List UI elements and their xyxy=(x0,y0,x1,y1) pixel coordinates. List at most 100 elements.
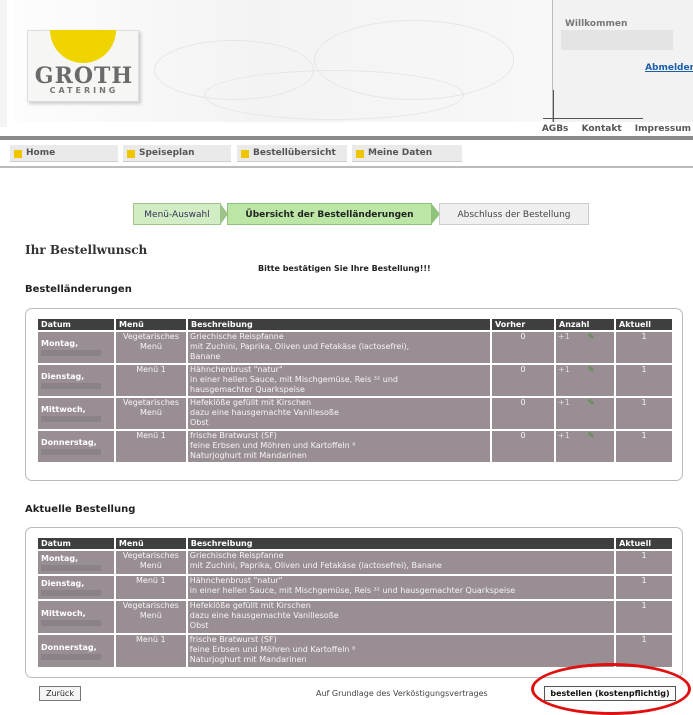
before-cell: 0 xyxy=(492,398,554,429)
before-cell: 0 xyxy=(492,365,554,396)
nav-label: Bestellübersicht xyxy=(253,148,336,158)
current-panel: Datum Menü Beschreibung Aktuell Montag, … xyxy=(25,527,683,678)
menu-cell: Vegetarisches Menü xyxy=(115,551,186,574)
page-title: Ihr Bestellwunsch xyxy=(25,243,148,257)
nav-bestelluebersicht[interactable]: Bestellübersicht xyxy=(237,145,347,162)
current-cell: 1 xyxy=(616,576,672,599)
desc-line: Banane xyxy=(190,352,221,361)
changes-heading: Bestelländerungen xyxy=(25,284,132,295)
quantity-value: +1 xyxy=(558,431,570,440)
nav-underline xyxy=(0,166,693,168)
day-label: Mittwoch, xyxy=(41,608,86,618)
date-cell: Mittwoch, xyxy=(38,601,114,633)
table-header-row: Datum Menü Beschreibung Aktuell xyxy=(38,538,672,549)
current-cell: 1 xyxy=(616,332,672,363)
description-cell: Griechische Reispfanne mit Zuchini, Papri… xyxy=(187,551,615,574)
current-table: Datum Menü Beschreibung Aktuell Montag, … xyxy=(36,536,674,669)
back-button[interactable]: Zurück xyxy=(39,686,81,701)
before-cell: 0 xyxy=(492,332,554,363)
welcome-label: Willkommen xyxy=(565,19,628,29)
desc-line: in einer hellen Sauce, mit Mischgemüse, … xyxy=(190,375,398,384)
desc-line: feine Erbsen und Möhren und Kartoffeln ⁸ xyxy=(189,645,356,654)
column-header: Datum xyxy=(38,319,114,330)
quantity-value: +1 xyxy=(558,398,570,407)
date-cell: Montag, xyxy=(38,551,114,574)
day-label: Dienstag, xyxy=(41,579,85,588)
quantity-cell: +1 ✎ xyxy=(556,332,614,363)
description-cell: Griechische Reispfanne mit Zuchini, Papri… xyxy=(188,332,490,363)
table-row: Montag, Vegetarisches Menü Griechische R… xyxy=(38,332,672,363)
quantity-value: +1 xyxy=(558,332,570,341)
desc-line: Obst xyxy=(190,418,209,427)
day-label: Montag, xyxy=(41,339,79,348)
day-label: Dienstag, xyxy=(41,372,85,381)
impressum-link[interactable]: Impressum xyxy=(635,124,691,134)
step-abschluss: Abschluss der Bestellung xyxy=(439,203,589,225)
description-cell: Hähnchenbrust "natur" in einer hellen Sau… xyxy=(187,576,615,599)
desc-line: mit Zuchini, Paprika, Oliven und Fetakäs… xyxy=(190,342,410,351)
day-label: Donnerstag, xyxy=(41,642,97,652)
table-row: Mittwoch, Vegetarisches Menü Hefeklöße g… xyxy=(38,601,672,633)
day-label: Montag, xyxy=(41,554,79,563)
column-header: Aktuell xyxy=(616,538,672,549)
contract-basis-text: Auf Grundlage des Verköstigungsvertrages xyxy=(316,689,488,698)
date-cell: Donnerstag, xyxy=(38,431,114,462)
bullet-icon xyxy=(356,150,364,158)
desc-line: Hähnchenbrust "natur" xyxy=(189,576,283,585)
date-cell: Mittwoch, xyxy=(38,398,114,429)
desc-line: Hähnchenbrust "natur" xyxy=(190,365,283,374)
table-row: Montag, Vegetarisches Menü Griechische R… xyxy=(38,551,672,574)
nav-meine-daten[interactable]: Meine Daten xyxy=(352,145,462,162)
date-cell: Donnerstag, xyxy=(38,635,114,667)
column-header: Anzahl xyxy=(556,319,614,330)
column-header: Menü xyxy=(116,319,186,330)
column-header: Aktuell xyxy=(616,319,672,330)
desc-line: in einer hellen Sauce, mit Mischgemüse, … xyxy=(189,586,516,595)
nav-speiseplan[interactable]: Speiseplan xyxy=(123,145,231,162)
nav-label: Home xyxy=(26,148,56,158)
edit-icon[interactable]: ✎ xyxy=(588,365,595,374)
date-cell: Montag, xyxy=(38,332,114,363)
changes-table: Datum Menü Beschreibung Vorher Anzahl Ak… xyxy=(36,317,674,464)
bullet-icon xyxy=(14,150,22,158)
main-nav: Home Speiseplan Bestellübersicht Meine D… xyxy=(0,140,693,166)
before-cell: 0 xyxy=(492,431,554,462)
user-name-redacted xyxy=(561,30,673,50)
welcome-panel: Willkommen Abmelden xyxy=(543,0,693,122)
logout-link[interactable]: Abmelden xyxy=(645,63,693,73)
desc-line: feine Erbsen und Möhren und Kartoffeln ⁸ xyxy=(190,441,356,450)
nav-home[interactable]: Home xyxy=(10,145,118,162)
bullet-icon xyxy=(127,150,135,158)
column-header: Menü xyxy=(115,538,186,549)
menu-cell: Menü 1 xyxy=(115,635,186,667)
current-cell: 1 xyxy=(616,398,672,429)
desc-line: dazu eine hausgemachte Vanillesoße xyxy=(190,408,339,417)
desc-line: frische Bratwurst (SF) xyxy=(190,431,277,440)
table-row: Mittwoch, Vegetarisches Menü Hefeklöße g… xyxy=(38,398,672,429)
column-header: Beschreibung xyxy=(188,319,490,330)
column-header: Vorher xyxy=(492,319,554,330)
nav-label: Speiseplan xyxy=(139,148,195,158)
quantity-value: +1 xyxy=(558,365,570,374)
nav-label: Meine Daten xyxy=(368,148,433,158)
description-cell: frische Bratwurst (SF) feine Erbsen und M… xyxy=(188,431,490,462)
desc-line: hausgemachter Quarkspeise xyxy=(190,385,305,394)
menu-cell: Menü 1 xyxy=(115,576,186,599)
desc-line: Griechische Reispfanne xyxy=(190,332,284,341)
edit-icon[interactable]: ✎ xyxy=(588,398,595,407)
quantity-cell: +1 ✎ xyxy=(556,398,614,429)
agb-link[interactable]: AGBs xyxy=(542,124,569,134)
menu-cell: Vegetarisches Menü xyxy=(116,332,186,363)
current-heading: Aktuelle Bestellung xyxy=(25,504,136,515)
desc-line: Naturjoghurt mit Mandarinen xyxy=(190,451,307,460)
desc-line: Griechische Reispfanne xyxy=(189,551,284,560)
edit-icon[interactable]: ✎ xyxy=(588,431,595,440)
description-cell: Hefeklöße gefüllt mit Kirschen dazu eine … xyxy=(187,601,615,633)
step-menu-auswahl[interactable]: Menü-Auswahl xyxy=(133,203,221,225)
desc-line: mit Zuchini, Paprika, Oliven und Fetakäs… xyxy=(189,561,442,570)
date-cell: Dienstag, xyxy=(38,365,114,396)
edit-icon[interactable]: ✎ xyxy=(588,332,595,341)
quantity-cell: +1 ✎ xyxy=(556,365,614,396)
kontakt-link[interactable]: Kontakt xyxy=(582,124,622,134)
groth-catering-logo[interactable]: GROTH CATERING xyxy=(27,30,139,102)
